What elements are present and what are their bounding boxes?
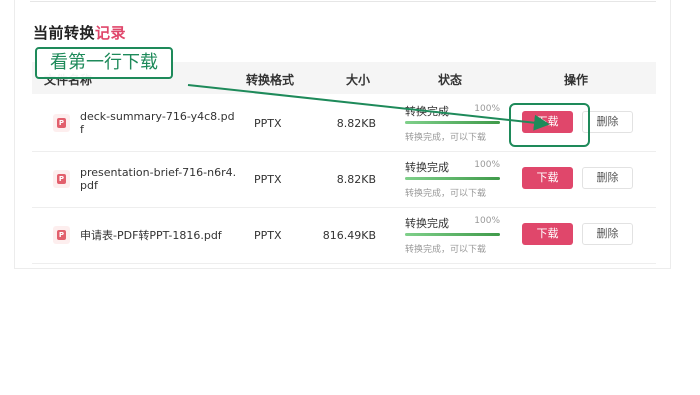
annotation-highlight-box <box>509 103 590 147</box>
annotation-callout: 看第一行下载 <box>35 47 173 79</box>
